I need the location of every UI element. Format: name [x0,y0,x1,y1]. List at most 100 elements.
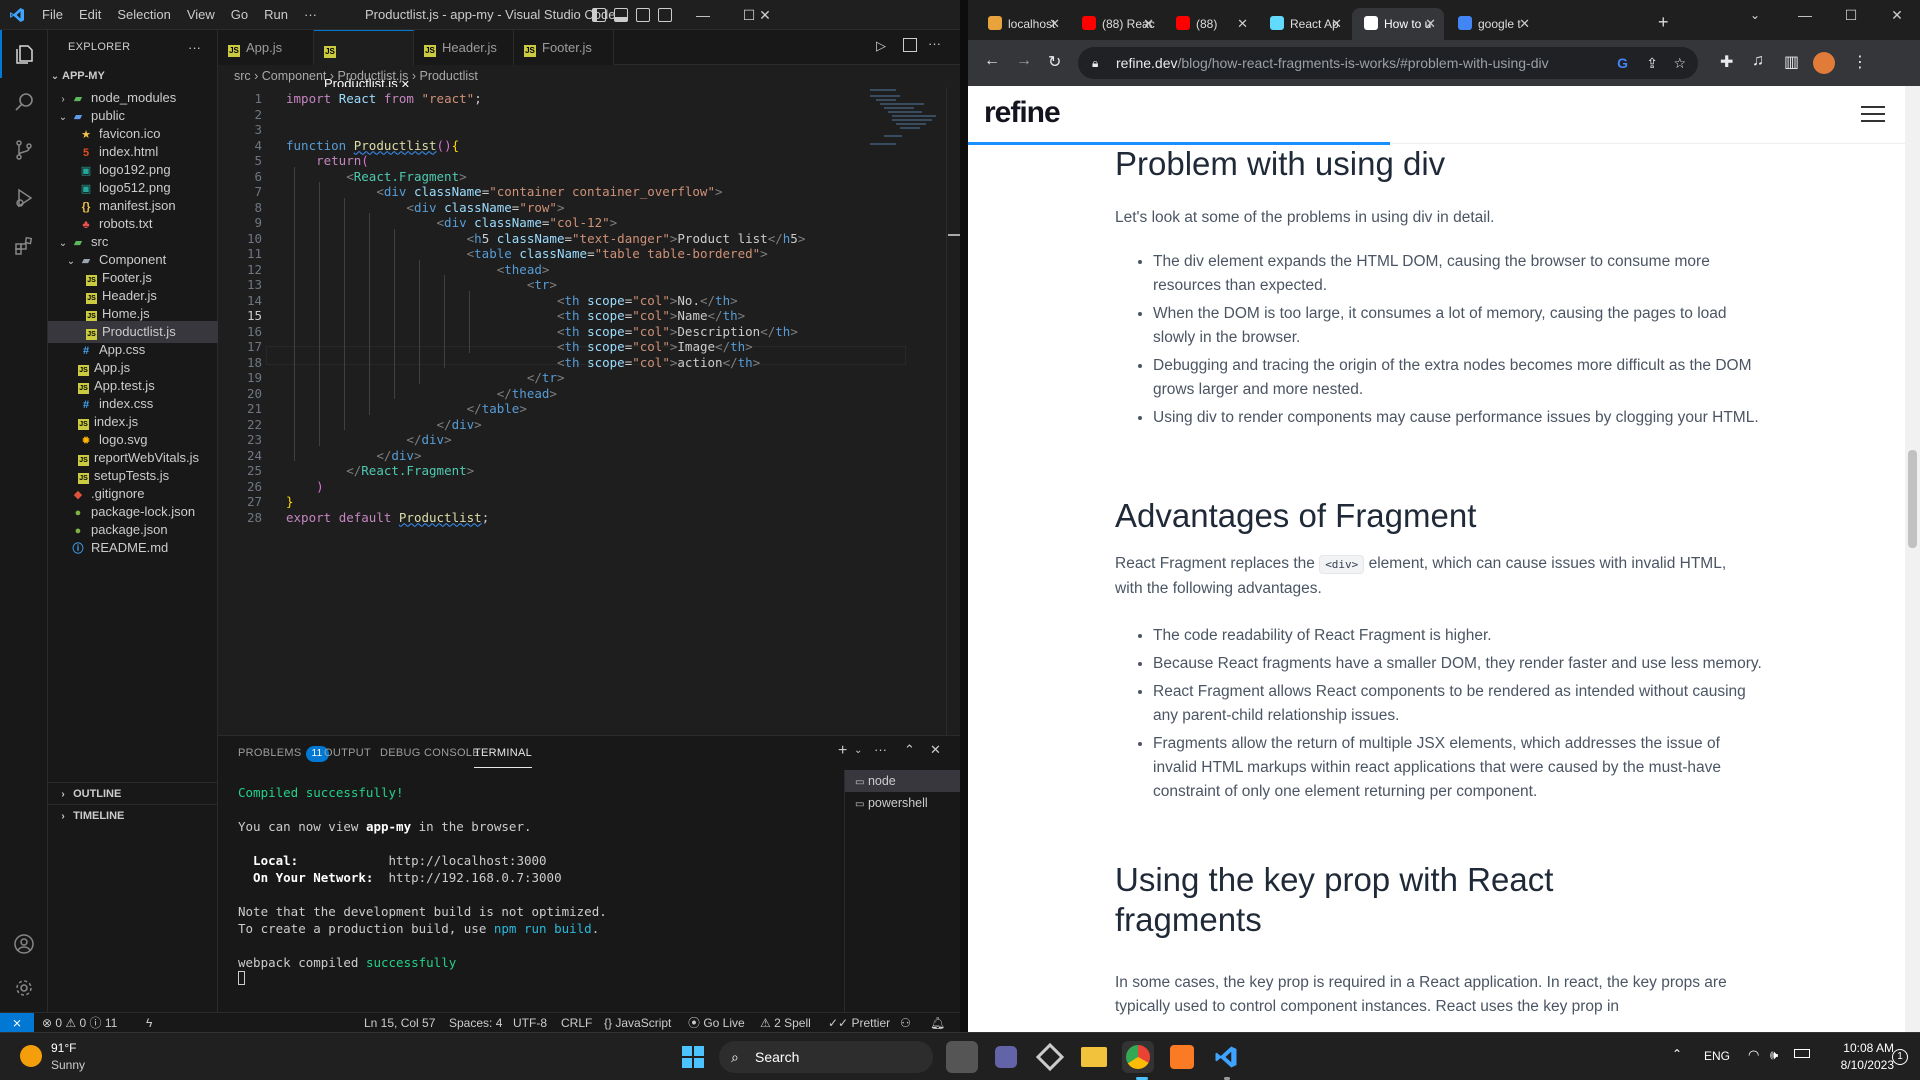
notifications-bell-icon[interactable]: 🔔︎ [930,1013,945,1033]
terminal-output[interactable]: Compiled successfully! You can now view … [238,784,607,988]
timeline-section[interactable]: › TIMELINE [48,804,218,826]
spell-check[interactable]: ⚠ 2 Spell [760,1013,811,1033]
hamburger-menu-icon[interactable] [1861,106,1885,127]
remote-icon[interactable]: ⨯ [0,1013,34,1033]
tab-output[interactable]: OUTPUT [324,736,371,771]
side-panel-icon[interactable]: ▥ [1784,52,1799,72]
project-root[interactable]: ⌄ APP-MY [48,65,218,87]
tree-item-readme-md[interactable]: ⓘ README.md [48,537,218,559]
refine-logo[interactable]: refine [984,96,1061,130]
volume-icon[interactable]: 🕪︎ [1770,1047,1778,1063]
maximize-panel-icon[interactable]: ⌃ [904,742,915,758]
sync-icon[interactable]: ϟ [146,1013,152,1033]
code-line[interactable]: import React from "react"; [286,89,482,108]
terminal-dropdown-icon[interactable]: ⌄ [854,745,862,756]
toggle-sidebar-icon[interactable] [592,8,606,22]
feedback-icon[interactable]: ⚇ [900,1013,911,1033]
back-icon[interactable]: ← [984,52,1000,70]
page-scroll-thumb[interactable] [1908,450,1917,548]
menu-file[interactable]: File [34,0,71,30]
breadcrumb-item[interactable]: Productlist [419,69,477,83]
browser-tab-3[interactable]: (88) ✕ [1164,8,1256,40]
tab-app[interactable]: JS App.js [218,30,314,65]
battery-icon[interactable] [1794,1049,1810,1058]
close-browser-tab-icon[interactable]: ✕ [1237,8,1248,40]
forward-icon[interactable]: → [1016,52,1032,70]
tab-footer[interactable]: JS Footer.js [514,30,614,65]
split-editor-icon[interactable] [903,38,917,52]
menu-view[interactable]: View [179,0,223,30]
notification-count[interactable]: 1 [1892,1049,1908,1065]
code-editor[interactable]: 1 import React from "react"; 2 3 4 function P… [218,87,960,735]
close-window-icon[interactable]: ✕ [742,0,788,30]
indentation[interactable]: Spaces: 4 [449,1013,502,1033]
menu-edit[interactable]: Edit [71,0,109,30]
clock-time[interactable]: 10:08 AM [1822,1041,1894,1055]
taskbar-search[interactable]: ⌕ Search [719,1041,933,1073]
run-file-icon[interactable]: ▷ [876,38,886,54]
close-browser-tab-icon[interactable]: ✕ [1425,8,1436,40]
close-browser-tab-icon[interactable]: ✕ [1143,8,1154,40]
weather-temp[interactable]: 91°F [51,1041,76,1055]
terminal-node[interactable]: ▭ node [845,770,960,792]
cursor-position[interactable]: Ln 15, Col 57 [364,1013,435,1033]
line-ending[interactable]: CRLF [561,1013,592,1033]
prettier[interactable]: ✓✓ Prettier [828,1013,890,1033]
close-browser-tab-icon[interactable]: ✕ [1049,8,1060,40]
browser-tab-1[interactable]: localhost ✕ [976,8,1068,40]
menu-more[interactable]: ··· [296,0,325,30]
toggle-panel-icon[interactable] [614,8,628,22]
editor-more-icon[interactable]: ··· [928,36,941,51]
bookmark-star-icon[interactable]: ☆ [1673,47,1686,79]
share-icon[interactable]: ⇪ [1646,47,1658,79]
breadcrumb-item[interactable]: src [234,69,251,83]
menu-selection[interactable]: Selection [109,0,178,30]
tab-header[interactable]: JS Header.js [414,30,514,65]
source-control-icon[interactable] [0,126,48,174]
tab-productlist[interactable]: JSProductlist.js ✕ [314,30,414,91]
new-terminal-icon[interactable]: + [838,742,847,760]
sun-weather-icon[interactable] [20,1045,42,1067]
address-bar[interactable]: 🔒︎ refine.dev/blog/how-react-fragments-i… [1078,47,1698,79]
google-lens-icon[interactable]: G [1617,47,1628,79]
tab-problems[interactable]: PROBLEMS 11 [238,736,329,771]
terminal-powershell[interactable]: ▭ powershell [845,792,960,814]
tab-terminal[interactable]: TERMINAL [474,738,533,768]
browser-tab-5[interactable]: How to u ✕ [1352,8,1444,40]
language-mode[interactable]: {} JavaScript [604,1013,671,1033]
profile-avatar[interactable] [1813,52,1835,74]
media-control-icon[interactable]: ♫ [1752,52,1764,70]
more-actions-icon[interactable]: ··· [188,30,201,65]
go-live[interactable]: ⦿ Go Live [688,1013,745,1033]
task-view-icon[interactable] [946,1041,978,1073]
unity-icon[interactable] [1034,1041,1066,1073]
chrome-menu-icon[interactable]: ⋮ [1852,52,1868,72]
breadcrumb-item[interactable]: Component [262,69,327,83]
browser-tab-4[interactable]: React Ap ✕ [1258,8,1350,40]
extensions-puzzle-icon[interactable]: ✚ [1720,52,1733,72]
outline-section[interactable]: › OUTLINE [48,782,218,804]
language-indicator[interactable]: ENG [1704,1049,1730,1063]
start-windows-icon[interactable] [677,1041,709,1073]
wifi-icon[interactable]: ◠ [1748,1047,1759,1063]
chrome-taskbar-icon[interactable] [1122,1041,1154,1073]
accounts-icon[interactable] [0,920,48,968]
page-scrollbar[interactable] [1905,86,1920,1032]
breadcrumb-item[interactable]: Productlist.js [338,69,409,83]
extensions-icon[interactable] [0,222,48,270]
toggle-secondary-sidebar-icon[interactable] [636,8,650,22]
explorer-icon[interactable] [0,30,48,78]
chrome-minimize-icon[interactable]: — [1782,0,1828,30]
search-icon[interactable] [0,78,48,126]
browser-tab-2[interactable]: (88) Reac ✕ [1070,8,1162,40]
vscode-taskbar-icon[interactable] [1210,1041,1242,1073]
editor-scrollbar[interactable] [946,87,960,735]
menu-run[interactable]: Run [256,0,296,30]
minimize-icon[interactable]: — [680,0,726,30]
chrome-close-icon[interactable]: ✕ [1874,0,1920,30]
panel-more-icon[interactable]: ··· [874,742,887,757]
customize-layout-icon[interactable] [658,8,672,22]
manage-gear-icon[interactable] [0,964,48,1012]
tab-search-icon[interactable]: ⌄ [1750,8,1760,22]
close-browser-tab-icon[interactable]: ✕ [1519,8,1530,40]
